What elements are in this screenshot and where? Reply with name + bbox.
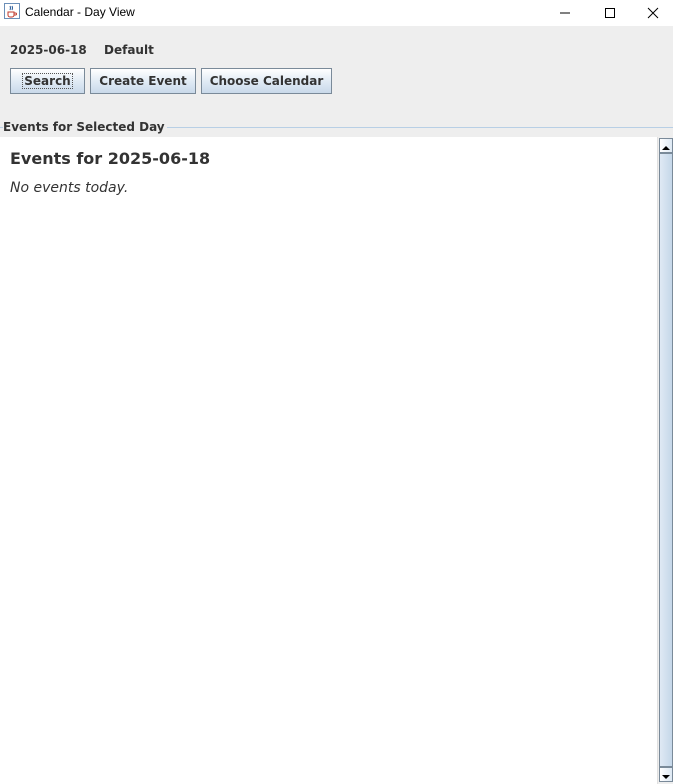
maximize-button[interactable]	[587, 0, 632, 26]
scroll-up-button[interactable]	[659, 138, 673, 153]
empty-events-message: No events today.	[10, 180, 129, 196]
scroll-thumb[interactable]	[659, 153, 673, 767]
arrow-down-icon	[662, 765, 670, 784]
java-cup-icon	[4, 3, 20, 19]
choose-calendar-button[interactable]: Choose Calendar	[201, 68, 332, 94]
close-icon	[647, 4, 659, 23]
vertical-scrollbar[interactable]	[657, 137, 673, 784]
current-calendar-label: Default	[104, 43, 154, 57]
window-title: Calendar - Day View	[25, 5, 135, 19]
minimize-icon	[559, 4, 571, 23]
scroll-down-button[interactable]	[659, 767, 673, 782]
search-button-label: Search	[22, 73, 73, 89]
calendar-window: Calendar - Day View 2025-06-18 Default S…	[0, 0, 673, 784]
section-title: Events for Selected Day	[3, 120, 167, 134]
minimize-button[interactable]	[542, 0, 587, 26]
create-event-button[interactable]: Create Event	[90, 68, 196, 94]
search-button[interactable]: Search	[10, 68, 85, 94]
events-heading: Events for 2025-06-18	[10, 149, 211, 168]
maximize-icon	[604, 4, 616, 23]
close-button[interactable]	[632, 0, 673, 26]
events-panel[interactable]: Events for 2025-06-18 No events today.	[0, 137, 657, 784]
current-date-label: 2025-06-18	[10, 43, 87, 57]
title-bar[interactable]: Calendar - Day View	[0, 0, 673, 26]
